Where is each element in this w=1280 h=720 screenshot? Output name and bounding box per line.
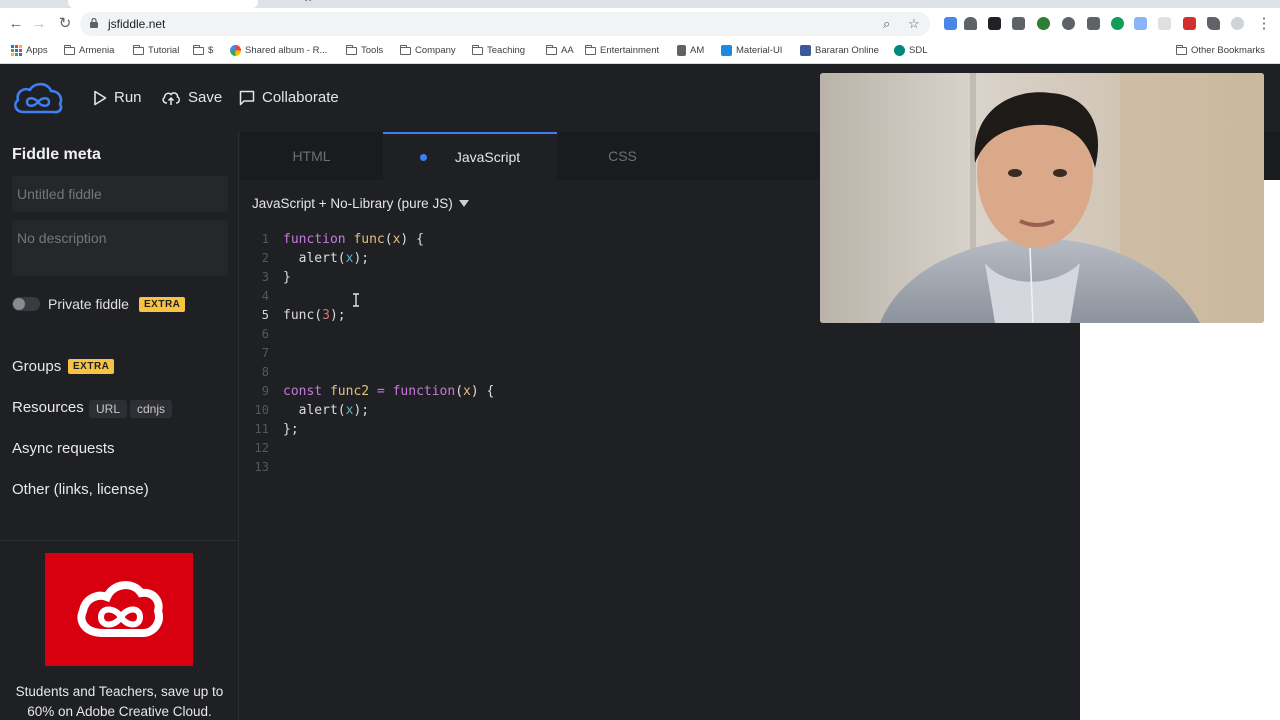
code-line: 9 const func2 = function(x) { [261, 384, 495, 399]
play-icon [94, 90, 107, 105]
bookmark-dollar[interactable]: $ [193, 44, 213, 56]
folder-icon [400, 44, 411, 55]
ad-text[interactable]: Students and Teachers, save up to 60% on… [6, 682, 233, 720]
profile-avatar[interactable] [1231, 17, 1244, 30]
extension-red-icon[interactable] [1183, 17, 1196, 30]
save-button[interactable]: Save [161, 89, 222, 106]
material-ui-icon [721, 45, 732, 56]
extension-green-icon[interactable] [1037, 17, 1050, 30]
extension-calendar-icon[interactable] [1134, 17, 1147, 30]
bookmark-shared-album[interactable]: Shared album - R... [230, 45, 327, 56]
tab-css[interactable]: CSS [557, 132, 688, 180]
fiddle-meta-title: Fiddle meta [12, 146, 101, 163]
folder-icon [193, 44, 204, 55]
private-fiddle-label: Private fiddle [48, 296, 129, 312]
groups-section[interactable]: Groups [12, 358, 61, 375]
lock-icon [90, 18, 98, 28]
bookmark-apps[interactable]: Apps [11, 45, 48, 56]
async-requests-section[interactable]: Async requests [12, 440, 115, 457]
resources-url-button[interactable]: URL [89, 400, 128, 418]
presenter-video-frame [820, 73, 1264, 323]
bararan-icon [800, 45, 811, 56]
folder-icon [1176, 44, 1187, 55]
tab-close-icon[interactable]: ✕ [304, 0, 312, 5]
address-bar[interactable]: jsfiddle.net ⌕ ☆ [80, 12, 930, 36]
code-line: 13 [254, 460, 269, 474]
sdl-icon [894, 45, 905, 56]
folder-icon [64, 44, 75, 55]
tab-javascript[interactable]: JavaScript [383, 132, 557, 180]
extension-square-icon[interactable] [988, 17, 1001, 30]
bookmark-sdl[interactable]: SDL [894, 45, 927, 56]
folder-icon [546, 44, 557, 55]
bookmarks-bar: Apps Armenia Tutorial $ Shared album - R… [0, 40, 1280, 64]
extensions-puzzle-icon[interactable] [1207, 17, 1220, 30]
code-line: 7 [261, 346, 269, 360]
bookmark-tutorial[interactable]: Tutorial [133, 44, 179, 56]
language-dropdown[interactable]: JavaScript + No-Library (pure JS) [252, 196, 469, 211]
folder-icon [585, 44, 596, 55]
forward-arrow-icon[interactable]: → [29, 14, 49, 34]
bookmark-armenia[interactable]: Armenia [64, 44, 114, 56]
zoom-icon[interactable]: ⌕ [883, 16, 890, 32]
bookmark-aa[interactable]: AA [546, 44, 574, 56]
bookmark-am[interactable]: AM [677, 45, 704, 56]
bookmark-entertainment[interactable]: Entertainment [585, 44, 659, 56]
fiddle-description-input[interactable]: No description [12, 220, 228, 276]
extension-circle-icon[interactable] [1062, 17, 1075, 30]
extension-dot-icon[interactable] [1111, 17, 1124, 30]
fiddle-title-input[interactable]: Untitled fiddle [12, 176, 228, 212]
cloud-upload-icon [162, 91, 180, 105]
run-button[interactable]: Run [93, 89, 142, 106]
collaborate-button[interactable]: Collaborate [239, 89, 339, 106]
resources-cdnjs-button[interactable]: cdnjs [130, 400, 173, 418]
extension-pen-icon[interactable] [944, 17, 957, 30]
dropdown-triangle-icon [458, 200, 469, 207]
adobe-ad-banner[interactable] [45, 553, 193, 666]
am-icon [677, 45, 686, 56]
bookmark-other[interactable]: Other Bookmarks [1176, 44, 1265, 56]
reload-icon[interactable]: ↻ [55, 14, 75, 34]
browser-toolbar: ← → ↻ jsfiddle.net ⌕ ☆ ⋮ [0, 8, 1280, 40]
sidebar: Fiddle meta Untitled fiddle No descripti… [0, 132, 239, 720]
sidebar-divider [0, 540, 239, 541]
browser-menu-icon[interactable]: ⋮ [1254, 14, 1274, 34]
bookmark-material-ui[interactable]: Material-UI [721, 45, 782, 56]
bookmark-star-icon[interactable]: ☆ [908, 16, 920, 32]
back-arrow-icon[interactable]: ← [6, 14, 26, 34]
code-line: 10 alert(x); [254, 403, 370, 418]
folder-icon [472, 44, 483, 55]
bookmark-bararan[interactable]: Bararan Online [800, 45, 879, 56]
url-text: jsfiddle.net [108, 17, 166, 31]
bookmark-teaching[interactable]: Teaching [472, 44, 525, 56]
browser-tab-active[interactable]: ✕ [68, 0, 312, 8]
other-section[interactable]: Other (links, license) [12, 481, 149, 498]
private-fiddle-toggle[interactable] [12, 297, 40, 311]
groups-extra-badge: EXTRA [68, 359, 115, 374]
webcam-video [820, 73, 1264, 323]
folder-icon [133, 44, 144, 55]
resources-section[interactable]: Resources [12, 399, 84, 416]
tab-html[interactable]: HTML [240, 132, 383, 180]
bookmark-company[interactable]: Company [400, 44, 456, 56]
extra-badge: EXTRA [139, 297, 186, 312]
jsfiddle-logo-icon[interactable] [10, 78, 66, 118]
apps-grid-icon [11, 45, 22, 56]
extension-grid-icon[interactable] [1012, 17, 1025, 30]
photos-icon [230, 45, 241, 56]
bookmark-tools[interactable]: Tools [346, 44, 383, 56]
adobe-creative-cloud-logo [77, 581, 163, 637]
folder-icon [346, 44, 357, 55]
extension-cup-icon[interactable] [1087, 17, 1100, 30]
extension-cloud-icon[interactable] [964, 17, 977, 30]
text-cursor-icon [353, 293, 359, 307]
code-line: 12 [254, 441, 269, 455]
chat-bubble-icon [239, 90, 255, 105]
unsaved-dot-icon [419, 153, 427, 161]
browser-tabstrip: ✕ [0, 0, 1280, 8]
extension-blank-icon[interactable] [1158, 17, 1171, 30]
code-line: 11 }; [254, 422, 299, 437]
code-line: 8 [261, 365, 269, 379]
code-line: 6 [261, 327, 269, 341]
